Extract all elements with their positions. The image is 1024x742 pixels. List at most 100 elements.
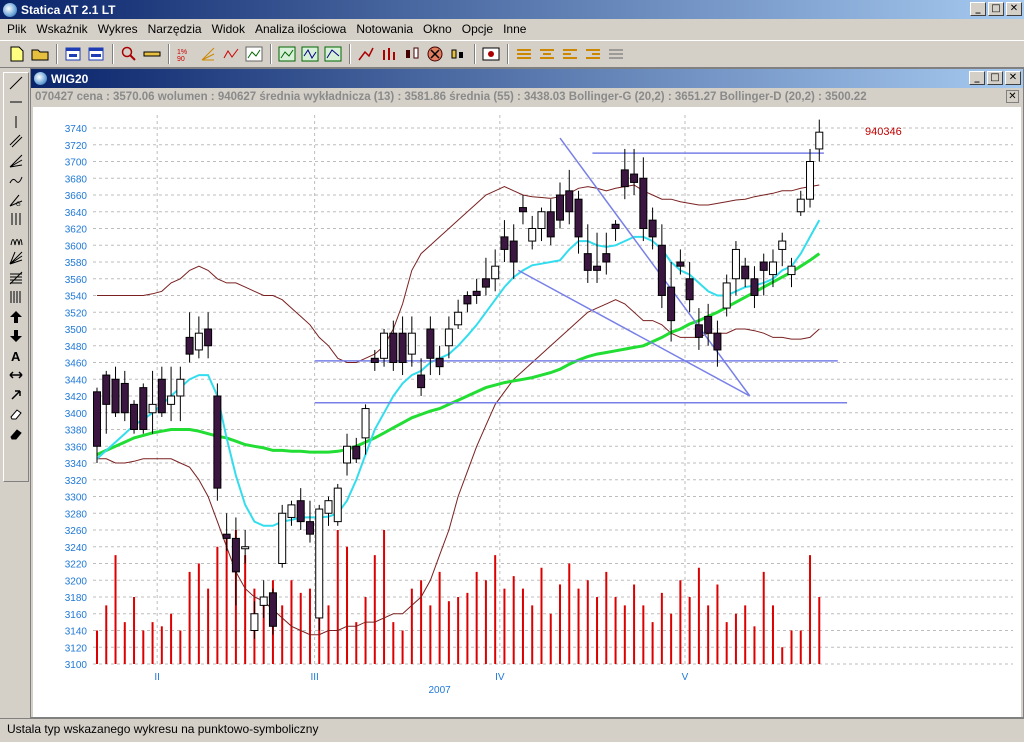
- cancel-icon[interactable]: [424, 43, 446, 65]
- maximize-button[interactable]: □: [988, 2, 1004, 16]
- align-icon[interactable]: [559, 43, 581, 65]
- speed-line-icon[interactable]: G: [4, 190, 28, 210]
- menu-notowania[interactable]: Notowania: [351, 22, 418, 36]
- info-close-icon[interactable]: ✕: [1006, 90, 1019, 103]
- move-icon[interactable]: [4, 385, 28, 405]
- vertical-line-icon[interactable]: [4, 112, 28, 132]
- candle-body: [268, 592, 277, 627]
- line-chart-icon[interactable]: [243, 43, 265, 65]
- menu-okno[interactable]: Okno: [418, 22, 457, 36]
- fan-lines-icon[interactable]: [4, 151, 28, 171]
- candle-body: [398, 332, 407, 363]
- align-icon[interactable]: [582, 43, 604, 65]
- y-tick-label: 3680: [65, 174, 88, 185]
- candle-body: [722, 282, 731, 309]
- parallel-lines-icon[interactable]: [4, 132, 28, 152]
- menu-opcje[interactable]: Opcje: [457, 22, 498, 36]
- bar-chart-icon[interactable]: [378, 43, 400, 65]
- candle-body: [537, 211, 546, 229]
- chart-window-icon[interactable]: [85, 43, 107, 65]
- app-titlebar[interactable]: Statica AT 2.1 LT _ □ ✕: [0, 0, 1024, 19]
- cycles-icon[interactable]: [4, 229, 28, 249]
- vertical-lines-icon[interactable]: [4, 210, 28, 230]
- x-tick-label: V: [682, 672, 689, 683]
- y-tick-label: 3280: [65, 509, 88, 520]
- chart-close-button[interactable]: ✕: [1005, 71, 1021, 85]
- menu-wykres[interactable]: Wykres: [93, 22, 143, 36]
- line-tool-icon[interactable]: [355, 43, 377, 65]
- svg-text:A: A: [11, 349, 21, 363]
- minimize-button[interactable]: _: [970, 2, 986, 16]
- line-chart-icon[interactable]: [299, 43, 321, 65]
- fibonacci-icon[interactable]: 1% 90: [174, 43, 196, 65]
- chart-minimize-button[interactable]: _: [969, 71, 985, 85]
- horizontal-arrows-icon[interactable]: [4, 366, 28, 386]
- align-icon[interactable]: [513, 43, 535, 65]
- candle-body: [704, 315, 713, 334]
- horizontal-line-icon[interactable]: [4, 93, 28, 113]
- menu-narzedzia[interactable]: Narzędzia: [143, 22, 207, 36]
- candle-icon[interactable]: [447, 43, 469, 65]
- line-icon[interactable]: [4, 73, 28, 93]
- chart-plot-area[interactable]: 3740 3720 3700 3680 3660 3640 3620 3600 3580 3560…: [33, 107, 1021, 717]
- candle-body: [759, 261, 768, 271]
- candle-body: [787, 265, 796, 276]
- fibonacci-retracement-icon[interactable]: [4, 268, 28, 288]
- candle-body: [259, 596, 268, 606]
- fan-icon[interactable]: [197, 43, 219, 65]
- drawing-tools: G A: [3, 72, 29, 482]
- candle-body: [343, 445, 352, 464]
- new-file-icon[interactable]: [6, 43, 28, 65]
- zigzag-icon[interactable]: [220, 43, 242, 65]
- settings-icon[interactable]: [480, 43, 502, 65]
- chart-maximize-button[interactable]: □: [987, 71, 1003, 85]
- search-icon[interactable]: [118, 43, 140, 65]
- chart-window-icon[interactable]: [62, 43, 84, 65]
- y-tick-label: 3100: [65, 660, 88, 671]
- close-button[interactable]: ✕: [1006, 2, 1022, 16]
- candle-body: [139, 387, 148, 430]
- vertical-grid-icon[interactable]: [4, 288, 28, 308]
- gann-fan-icon[interactable]: [4, 249, 28, 269]
- menu-widok[interactable]: Widok: [207, 22, 250, 36]
- menu-analiza[interactable]: Analiza ilościowa: [250, 22, 351, 36]
- candlestick-icon[interactable]: [401, 43, 423, 65]
- candle-body: [222, 533, 231, 539]
- ruler-icon[interactable]: [141, 43, 163, 65]
- y-tick-label: 3160: [65, 610, 88, 621]
- arrow-down-icon[interactable]: [4, 327, 28, 347]
- text-icon[interactable]: A: [4, 346, 28, 366]
- candle-body: [417, 374, 426, 389]
- eraser-icon[interactable]: [4, 405, 28, 425]
- candle-body: [750, 278, 759, 296]
- candle-body: [518, 207, 527, 213]
- candle-body: [574, 198, 583, 238]
- align-icon[interactable]: [536, 43, 558, 65]
- y-tick-label: 3620: [65, 225, 88, 236]
- arrow-up-icon[interactable]: [4, 307, 28, 327]
- chart-window-icon: [34, 72, 47, 85]
- align-icon[interactable]: [605, 43, 627, 65]
- candle-body: [546, 211, 555, 238]
- candle-body: [639, 177, 648, 229]
- open-folder-icon[interactable]: [29, 43, 51, 65]
- menu-plik[interactable]: Plik: [2, 22, 31, 36]
- candle-body: [713, 332, 722, 351]
- chart-window-titlebar[interactable]: WIG20 _ □ ✕: [31, 69, 1023, 88]
- candle-body: [111, 378, 120, 414]
- line-chart-icon[interactable]: [322, 43, 344, 65]
- y-tick-label: 3740: [65, 124, 88, 135]
- y-tick-label: 3500: [65, 325, 88, 336]
- wave-icon[interactable]: [4, 171, 28, 191]
- menu-wskaznik[interactable]: Wskaźnik: [31, 22, 92, 36]
- line-chart-icon[interactable]: [276, 43, 298, 65]
- y-tick-label: 3220: [65, 560, 88, 571]
- candle-body: [796, 198, 805, 213]
- price-chart[interactable]: 3740 3720 3700 3680 3660 3640 3620 3600 3580 3560…: [33, 107, 1021, 717]
- candle-body: [509, 240, 518, 263]
- menu-inne[interactable]: Inne: [498, 22, 531, 36]
- candle-body: [380, 332, 389, 359]
- eraser-all-icon[interactable]: [4, 424, 28, 444]
- candle-body: [815, 131, 824, 150]
- y-tick-label: 3380: [65, 426, 88, 437]
